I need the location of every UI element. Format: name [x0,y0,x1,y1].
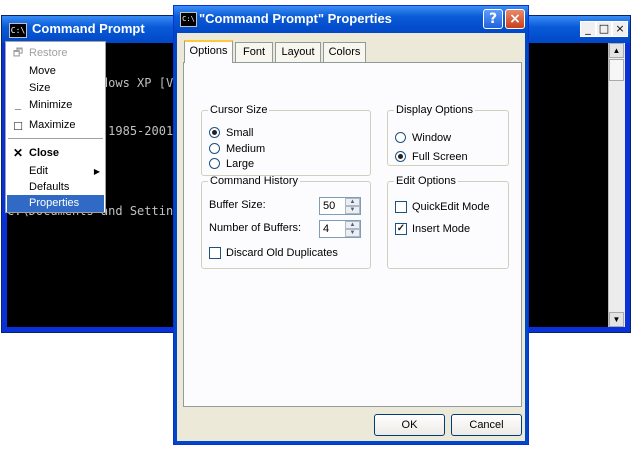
radio-icon [209,158,220,169]
group-label: Command History [210,175,299,187]
group-label: Display Options [396,104,474,116]
spin-up-icon[interactable]: ▲ [345,221,360,229]
checkbox-label: Insert Mode [412,223,471,235]
group-label: Cursor Size [210,104,268,116]
tab-layout[interactable]: Layout [275,42,321,62]
console-app-icon[interactable]: C:\ [9,23,27,38]
radio-label: Small [226,127,254,139]
group-label: Edit Options [396,175,456,187]
menu-item-restore[interactable]: 🗗 Restore [7,45,104,62]
menu-item-label: Move [29,65,56,77]
checkbox-label: QuickEdit Mode [412,201,490,213]
maximize-icon: □ [14,118,22,133]
buffer-size-spinner[interactable]: 50 ▲ ▼ [319,197,361,215]
console-close-button[interactable]: × [612,21,628,37]
ok-button[interactable]: OK [374,414,445,436]
scroll-thumb[interactable] [609,59,624,81]
cancel-button[interactable]: Cancel [451,414,522,436]
menu-item-size[interactable]: Size [7,80,104,97]
console-maximize-button[interactable]: □ [596,21,612,37]
menu-item-close[interactable]: ✕ Close [7,145,104,162]
number-of-buffers-label: Number of Buffers: [209,222,302,234]
spin-up-icon[interactable]: ▲ [345,198,360,206]
help-button[interactable]: ? [483,9,503,29]
spin-down-icon[interactable]: ▼ [345,229,360,237]
minimize-icon: _ [14,99,22,111]
tab-font[interactable]: Font [235,42,273,62]
radio-selected-icon [209,127,220,138]
dialog-title: "Command Prompt" Properties [199,11,392,26]
radio-label: Window [412,132,452,144]
radio-label: Medium [226,143,266,155]
submenu-arrow-icon: ▶ [93,167,100,176]
restore-icon: 🗗 [12,47,24,59]
number-of-buffers-value[interactable]: 4 [323,222,329,236]
radio-label: Large [226,158,255,170]
menu-item-label: Restore [29,47,68,59]
menu-item-minimize[interactable]: _ Minimize [7,97,104,114]
menu-item-label: Defaults [29,181,70,193]
number-of-buffers-spinner[interactable]: 4 ▲ ▼ [319,220,361,238]
menu-item-maximize[interactable]: □ Maximize [7,117,104,134]
menu-item-move[interactable]: Move [7,63,104,80]
checkbox-unchecked-icon [395,201,407,213]
checkbox-unchecked-icon [209,247,221,259]
tab-colors[interactable]: Colors [323,42,366,62]
menu-item-label: Maximize [29,119,76,131]
menu-item-edit[interactable]: Edit ▶ [7,163,104,180]
buffer-size-label: Buffer Size: [209,199,266,211]
tab-options[interactable]: Options [184,40,233,63]
system-menu: 🗗 Restore Move Size _ Minimize □ Maximiz… [5,41,106,213]
radio-icon [209,143,220,154]
checkbox-label: Discard Old Duplicates [226,247,338,259]
menu-item-defaults[interactable]: Defaults [7,179,104,196]
menu-separator [8,138,103,139]
menu-item-label: Minimize [29,99,73,111]
close-icon: ✕ [12,146,24,160]
radio-icon [395,132,406,143]
spin-down-icon[interactable]: ▼ [345,206,360,214]
scroll-down-arrow-icon[interactable]: ▼ [609,312,624,327]
dialog-client-area: Options Font Layout Colors Cursor Size S… [177,33,525,441]
console-title: Command Prompt [32,21,145,36]
options-tab-panel: Cursor Size Small Medium Large Display O… [183,62,522,407]
dialog-close-button[interactable]: × [505,9,525,29]
dialog-app-icon[interactable]: C:\ [180,12,197,27]
scroll-up-arrow-icon[interactable]: ▲ [609,43,624,58]
radio-label: Full Screen [412,151,468,163]
properties-dialog: C:\ "Command Prompt" Properties ? × Opti… [173,5,529,445]
console-scrollbar[interactable]: ▲ ▼ [608,43,625,327]
console-minimize-button[interactable]: _ [580,21,596,37]
menu-item-label: Close [29,147,59,159]
radio-selected-icon [395,151,406,162]
menu-item-label: Properties [29,197,80,209]
checkmark-icon: ✓ [395,223,407,235]
buffer-size-value[interactable]: 50 [323,199,335,213]
menu-item-label: Size [29,82,51,94]
menu-item-properties[interactable]: Properties [7,195,104,212]
menu-item-label: Edit [29,165,48,177]
dialog-title-bar[interactable]: C:\ "Command Prompt" Properties ? × [174,6,528,33]
